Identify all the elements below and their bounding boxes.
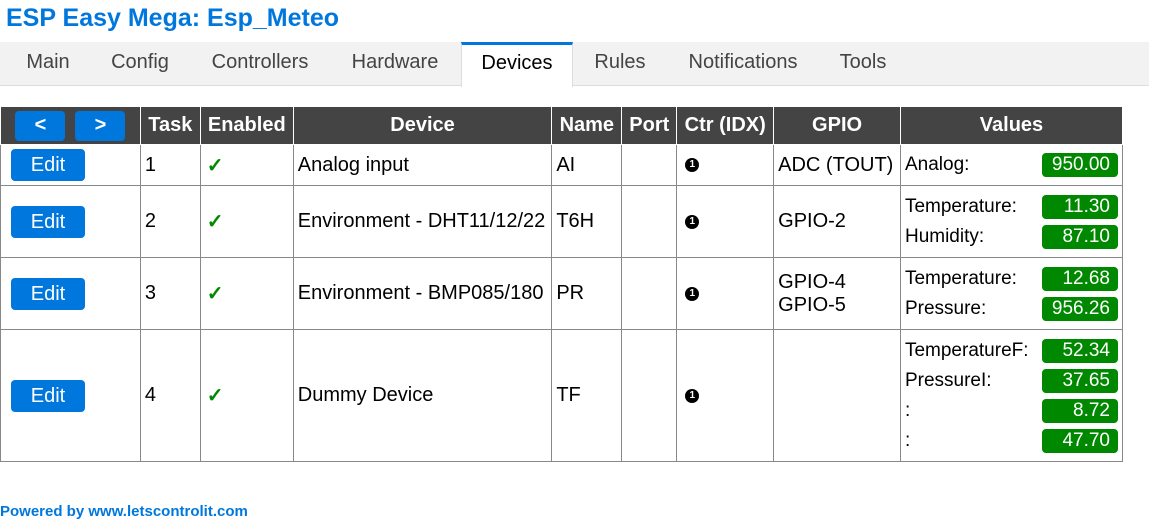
header-ctr: Ctr (IDX) xyxy=(676,106,775,145)
value-label: Temperature: xyxy=(904,195,1017,217)
value-label: Analog: xyxy=(904,154,970,175)
enabled-check-icon: ✓ xyxy=(206,154,224,177)
edit-button[interactable]: Edit xyxy=(11,379,85,412)
device-type: Environment - DHT11/12/22 xyxy=(292,185,553,258)
task-number: 1 xyxy=(139,144,201,186)
controller-idx-icon: 1 xyxy=(685,158,700,173)
task-number: 3 xyxy=(139,257,201,330)
gpio-cell xyxy=(773,329,901,462)
page-title: ESP Easy Mega: Esp_Meteo xyxy=(6,4,340,32)
device-name: AI xyxy=(551,144,623,186)
table-row: Edit 3 ✓ Environment - BMP085/180 PR 1 G… xyxy=(0,257,1124,330)
tab-notifications[interactable]: Notifications xyxy=(668,42,818,86)
edit-button[interactable]: Edit xyxy=(11,205,85,238)
value-label: PressureI: xyxy=(904,369,992,391)
devices-table: < > Task Enabled Device Name Port Ctr (ID… xyxy=(0,106,1124,462)
value-badge: 956.26 xyxy=(1042,296,1118,321)
value-label: : xyxy=(904,399,911,421)
value-badge: 47.70 xyxy=(1042,428,1118,453)
tab-config[interactable]: Config xyxy=(92,42,188,86)
value-row: PressureI: 37.65 xyxy=(905,366,1118,396)
controller-idx-icon: 1 xyxy=(685,214,700,229)
value-label: : xyxy=(904,429,911,451)
header-gpio: GPIO xyxy=(773,106,901,145)
header-enabled: Enabled xyxy=(199,106,294,145)
device-port xyxy=(621,257,678,330)
value-label: Temperature: xyxy=(904,267,1017,289)
controller-idx-icon: 1 xyxy=(685,388,700,403)
prev-page-button[interactable]: < xyxy=(15,110,66,141)
gpio-value: GPIO-4 xyxy=(778,270,846,293)
value-badge: 52.34 xyxy=(1042,338,1118,363)
value-row: : 47.70 xyxy=(905,426,1118,456)
table-row: Edit 2 ✓ Environment - DHT11/12/22 T6H 1… xyxy=(0,185,1124,258)
value-row: Humidity: 87.10 xyxy=(905,222,1118,252)
edit-button[interactable]: Edit xyxy=(11,149,85,181)
enabled-check-icon: ✓ xyxy=(206,385,224,407)
value-row: : 8.72 xyxy=(905,396,1118,426)
header-device: Device xyxy=(292,106,553,145)
device-port xyxy=(621,144,678,186)
value-badge: 950.00 xyxy=(1042,153,1118,177)
enabled-check-icon: ✓ xyxy=(206,211,224,233)
edit-button[interactable]: Edit xyxy=(11,277,85,310)
enabled-check-icon: ✓ xyxy=(206,283,224,305)
controller-idx-icon: 1 xyxy=(685,286,700,301)
value-label: TemperatureF: xyxy=(904,339,1029,361)
header-task: Task xyxy=(139,106,201,145)
value-row: Temperature: 11.30 xyxy=(905,192,1118,222)
device-port xyxy=(621,185,678,258)
next-page-button[interactable]: > xyxy=(75,110,126,141)
value-label: Pressure: xyxy=(904,297,987,319)
table-header-row: < > Task Enabled Device Name Port Ctr (ID… xyxy=(0,106,1124,145)
task-number: 2 xyxy=(139,185,201,258)
tab-main[interactable]: Main xyxy=(6,42,90,86)
device-name: T6H xyxy=(551,185,623,258)
header-port: Port xyxy=(621,106,678,145)
header-name: Name xyxy=(551,106,623,145)
device-port xyxy=(621,329,678,462)
value-badge: 8.72 xyxy=(1042,398,1118,423)
device-type: Dummy Device xyxy=(292,329,553,462)
tab-tools[interactable]: Tools xyxy=(822,42,904,86)
value-badge: 87.10 xyxy=(1042,224,1118,249)
device-type: Analog input xyxy=(292,144,553,186)
value-badge: 12.68 xyxy=(1042,266,1118,291)
value-row: Pressure: 956.26 xyxy=(905,294,1118,324)
header-values: Values xyxy=(899,106,1124,145)
gpio-value: ADC (TOUT) xyxy=(773,144,901,186)
gpio-cell: GPIO-4 GPIO-5 xyxy=(773,257,901,330)
gpio-value: GPIO-2 xyxy=(773,185,901,258)
tab-devices[interactable]: Devices xyxy=(461,42,573,87)
task-number: 4 xyxy=(139,329,201,462)
value-badge: 11.30 xyxy=(1042,194,1118,219)
tab-rules[interactable]: Rules xyxy=(576,42,664,86)
device-name: TF xyxy=(551,329,623,462)
table-row: Edit 1 ✓ Analog input AI 1 ADC (TOUT) An… xyxy=(0,144,1124,186)
gpio-value: GPIO-5 xyxy=(778,293,846,316)
value-row: TemperatureF: 52.34 xyxy=(905,336,1118,366)
tab-controllers[interactable]: Controllers xyxy=(192,42,328,86)
value-row: Analog: 950.00 xyxy=(905,150,1118,180)
table-row: Edit 4 ✓ Dummy Device TF 1 TemperatureF:… xyxy=(0,329,1124,462)
tab-hardware[interactable]: Hardware xyxy=(332,42,458,86)
footer-powered-by[interactable]: Powered by www.letscontrolit.com xyxy=(0,503,248,520)
device-type: Environment - BMP085/180 xyxy=(292,257,553,330)
value-row: Temperature: 12.68 xyxy=(905,264,1118,294)
value-label: Humidity: xyxy=(904,225,985,247)
nav-cell: < > xyxy=(0,106,141,145)
device-name: PR xyxy=(551,257,623,330)
tab-bar: Main Config Controllers Hardware Devices… xyxy=(0,42,1149,87)
value-badge: 37.65 xyxy=(1042,368,1118,393)
